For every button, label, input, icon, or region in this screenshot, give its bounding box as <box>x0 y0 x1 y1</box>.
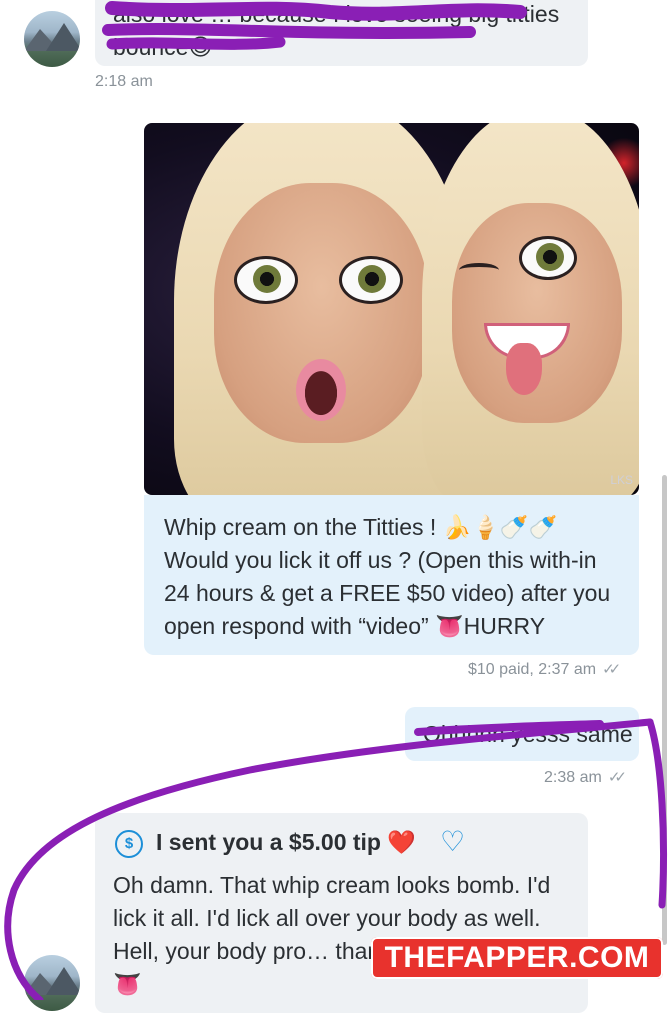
message-timestamp: 2:18 am <box>95 73 153 90</box>
memoji-left-mouth <box>296 359 346 421</box>
message-text: also love … because I love seeing big ti… <box>113 1 560 58</box>
avatar-mountain-graphic <box>46 967 80 995</box>
incoming-tip-message-bubble: $ I sent you a $5.00 tip ❤️ ♡ Oh damn. T… <box>95 813 588 1013</box>
read-receipt-icon: ✓✓ <box>607 769 627 786</box>
message-status: 2:38 am ✓✓ <box>544 768 627 787</box>
dollar-icon: $ <box>115 830 143 858</box>
avatar-mountain-graphic <box>46 23 80 51</box>
outgoing-message-bubble: Ohhhhh yesss same <box>405 707 639 761</box>
message-timestamp: 2:38 am <box>544 769 602 786</box>
read-receipt-icon: ✓✓ <box>602 661 621 678</box>
memoji-left-eye <box>339 256 403 304</box>
memoji-right-wink <box>459 263 499 277</box>
media-image[interactable]: LKS <box>144 123 639 495</box>
scrollbar[interactable] <box>662 475 667 945</box>
tip-heart-icon: ♡ <box>440 826 466 857</box>
watermark-logo: THEFAPPER.COM <box>371 937 663 979</box>
outgoing-media-caption-bubble: Whip cream on the Titties ! 🍌🍦🍼🍼 Would y… <box>144 495 639 655</box>
message-text: Ohhhhh yesss same <box>423 721 633 747</box>
message-status: $10 paid, 2:37 am ✓✓ <box>468 660 621 679</box>
media-corner-label: LKS <box>610 473 633 487</box>
payment-status-text: $10 paid, 2:37 am <box>468 661 597 678</box>
sender-avatar-top[interactable] <box>24 11 80 67</box>
message-text: Oh damn. That whip cream looks bomb. I'd… <box>113 872 572 997</box>
sender-avatar-bottom[interactable] <box>24 955 80 1011</box>
message-text: Whip cream on the Titties ! 🍌🍦🍼🍼 Would y… <box>164 514 611 639</box>
memoji-right-tongue <box>506 343 542 395</box>
tip-label: I sent you a $5.00 tip ❤️ <box>156 829 416 855</box>
memoji-left-eye <box>234 256 298 304</box>
incoming-message-bubble: also love … because I love seeing big ti… <box>95 0 588 66</box>
memoji-right-face <box>452 203 622 423</box>
memoji-right-eye <box>519 236 577 280</box>
